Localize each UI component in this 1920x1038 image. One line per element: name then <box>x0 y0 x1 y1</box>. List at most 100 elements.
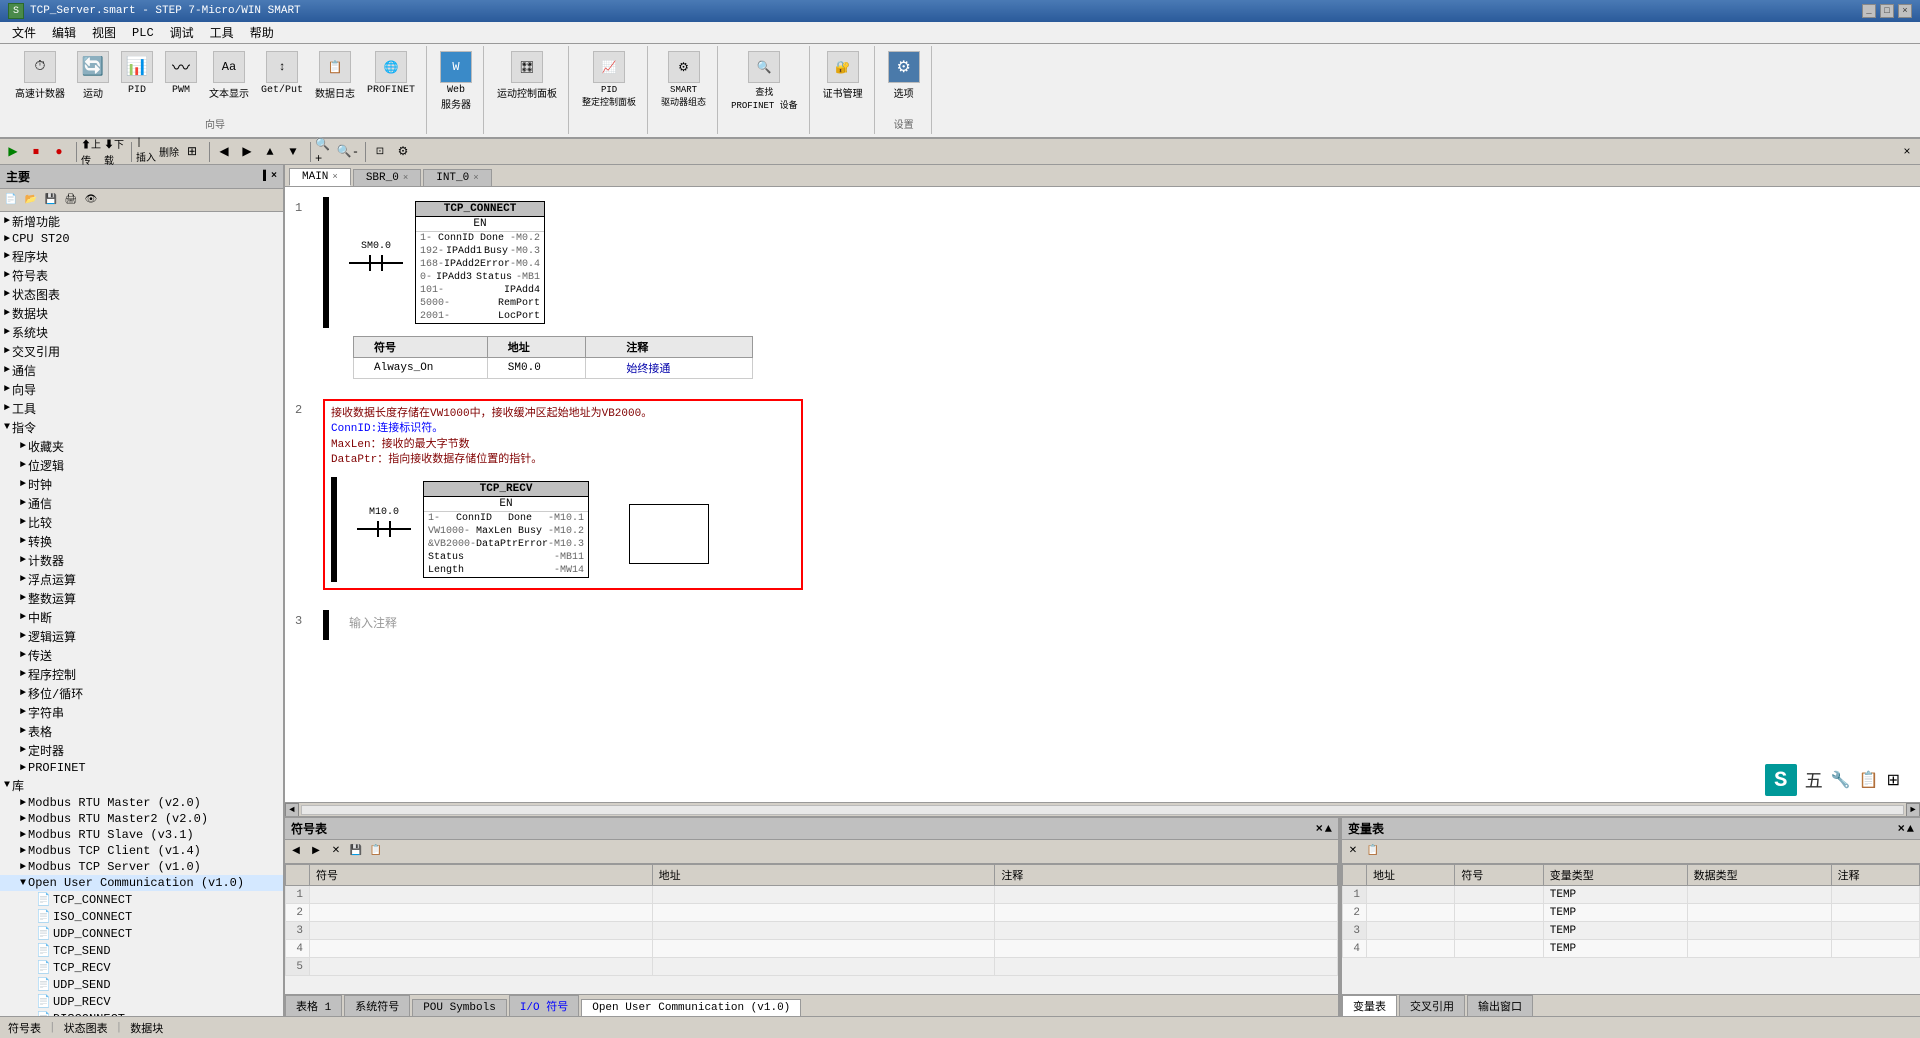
sidebar-tb-print[interactable]: 🖨 <box>62 191 80 209</box>
menu-help[interactable]: 帮助 <box>242 22 282 43</box>
zoom-in-btn[interactable]: 🔍+ <box>314 142 336 162</box>
scroll-track[interactable] <box>301 805 1904 815</box>
toolbar-textdisplay[interactable]: Aa 文本显示 <box>204 48 254 104</box>
sidebar-item-convert[interactable]: ► 转换 <box>0 532 283 551</box>
sidebar-item-table[interactable]: ► 表格 <box>0 722 283 741</box>
scroll-right-btn[interactable]: ► <box>1906 803 1920 817</box>
symbol-panel-close[interactable]: × <box>1316 822 1323 836</box>
toolbar-find-profinet[interactable]: 🔍 查找PROFINET 设备 <box>726 48 803 114</box>
var-sym-2[interactable] <box>1455 904 1543 922</box>
sidebar-item-modbus-rtu-slave[interactable]: ► Modbus RTU Slave (v3.1) <box>0 827 283 843</box>
sidebar-item-wizard[interactable]: ► 向导 <box>0 380 283 399</box>
arrow-left-btn[interactable]: ◀ <box>213 142 235 162</box>
var-tab-vartable[interactable]: 变量表 <box>1342 995 1397 1016</box>
grid-btn[interactable]: ⊞ <box>181 142 203 162</box>
tab-main-close[interactable]: × <box>332 172 337 182</box>
sidebar-item-string[interactable]: ► 字符串 <box>0 703 283 722</box>
diagram-area[interactable]: 1 SM0.0 <box>285 187 1920 816</box>
symbol-panel-expand[interactable]: ▲ <box>1325 822 1332 836</box>
toolbar-webserver[interactable]: W Web服务器 <box>435 48 477 115</box>
var-panel-close[interactable]: × <box>1898 822 1905 836</box>
sym-tb-prev[interactable]: ◀ <box>287 842 305 860</box>
var-addr-4[interactable] <box>1367 940 1455 958</box>
record-btn[interactable]: ● <box>48 142 70 162</box>
var-comment-2[interactable] <box>1831 904 1919 922</box>
tab-int0-close[interactable]: × <box>473 173 478 183</box>
sidebar-item-tcp-recv[interactable]: 📄 TCP_RECV <box>0 959 283 976</box>
sidebar-tb-save[interactable]: 💾 <box>42 191 60 209</box>
var-dt-3[interactable] <box>1687 922 1831 940</box>
sidebar-close-btn[interactable]: × <box>271 171 277 182</box>
sidebar-item-library[interactable]: ▼ 库 <box>0 776 283 795</box>
sidebar-item-tcp-connect[interactable]: 📄 TCP_CONNECT <box>0 891 283 908</box>
sym-tb-close[interactable]: ✕ <box>327 842 345 860</box>
h-scrollbar[interactable]: ◄ ► <box>285 802 1920 816</box>
sym-tb-copy[interactable]: 📋 <box>367 842 385 860</box>
tab-sbr0-close[interactable]: × <box>403 173 408 183</box>
var-tab-crossref[interactable]: 交叉引用 <box>1399 995 1465 1016</box>
sidebar-tb-view[interactable]: 👁 <box>82 191 100 209</box>
sidebar-item-modbus-rtu-master[interactable]: ► Modbus RTU Master (v2.0) <box>0 795 283 811</box>
var-addr-3[interactable] <box>1367 922 1455 940</box>
sym-sym-5[interactable] <box>310 958 653 976</box>
menu-plc[interactable]: PLC <box>124 24 162 42</box>
sym-comment-4[interactable] <box>995 940 1338 958</box>
var-dt-1[interactable] <box>1687 886 1831 904</box>
sym-addr-5[interactable] <box>652 958 995 976</box>
sidebar-item-new-features[interactable]: ► 新增功能 <box>0 212 283 231</box>
var-dt-2[interactable] <box>1687 904 1831 922</box>
sym-tb-next[interactable]: ▶ <box>307 842 325 860</box>
zoom-out-btn[interactable]: 🔍- <box>337 142 359 162</box>
arrow-right-btn[interactable]: ▶ <box>236 142 258 162</box>
sidebar-item-favorites[interactable]: ► 收藏夹 <box>0 437 283 456</box>
toolbar-getput[interactable]: ↕ Get/Put <box>256 48 308 104</box>
sidebar-item-disconnect[interactable]: 📄 DISCONNECT <box>0 1010 283 1016</box>
sidebar-item-transfer[interactable]: ► 传送 <box>0 646 283 665</box>
sidebar-item-comm2[interactable]: ► 通信 <box>0 494 283 513</box>
sidebar-tb-new[interactable]: 📄 <box>2 191 20 209</box>
toolbar-datalog[interactable]: 📋 数据日志 <box>310 48 360 104</box>
sym-sym-4[interactable] <box>310 940 653 958</box>
sym-addr-2[interactable] <box>652 904 995 922</box>
var-addr-1[interactable] <box>1367 886 1455 904</box>
sidebar-item-comm[interactable]: ► 通信 <box>0 361 283 380</box>
arrow-up-btn[interactable]: ▲ <box>259 142 281 162</box>
sidebar-item-modbus-rtu-master2[interactable]: ► Modbus RTU Master2 (v2.0) <box>0 811 283 827</box>
sym-tab-pou[interactable]: POU Symbols <box>412 999 507 1016</box>
toolbar-smart-drive[interactable]: ⚙ SMART驱动器组态 <box>656 48 711 111</box>
more-btn[interactable]: ⚙ <box>392 142 414 162</box>
toolbar-highspeed-counter[interactable]: ⏱ 高速计数器 <box>10 48 70 104</box>
menu-file[interactable]: 文件 <box>4 22 44 43</box>
var-sym-4[interactable] <box>1455 940 1543 958</box>
var-addr-2[interactable] <box>1367 904 1455 922</box>
sidebar-item-interrupt[interactable]: ► 中断 <box>0 608 283 627</box>
sidebar-item-bit-logic[interactable]: ► 位逻辑 <box>0 456 283 475</box>
sidebar-item-data-block[interactable]: ► 数据块 <box>0 304 283 323</box>
var-dt-4[interactable] <box>1687 940 1831 958</box>
sym-tab-system[interactable]: 系统符号 <box>344 995 410 1016</box>
sym-tab-ouc[interactable]: Open User Communication (v1.0) <box>581 999 801 1016</box>
var-comment-4[interactable] <box>1831 940 1919 958</box>
tab-main[interactable]: MAIN × <box>289 168 351 186</box>
sidebar-item-udp-connect[interactable]: 📄 UDP_CONNECT <box>0 925 283 942</box>
sidebar-resize-btn[interactable]: ▌ <box>263 171 269 182</box>
sym-tab-table1[interactable]: 表格 1 <box>285 995 342 1016</box>
sym-sym-3[interactable] <box>310 922 653 940</box>
close-btn[interactable]: × <box>1898 4 1912 18</box>
scroll-left-btn[interactable]: ◄ <box>285 803 299 817</box>
sym-comment-5[interactable] <box>995 958 1338 976</box>
sym-sym-2[interactable] <box>310 904 653 922</box>
menu-debug[interactable]: 调试 <box>162 22 202 43</box>
insert-btn[interactable]: | 插入 <box>135 142 157 162</box>
sidebar-item-tools[interactable]: ► 工具 <box>0 399 283 418</box>
var-sym-3[interactable] <box>1455 922 1543 940</box>
sidebar-item-udp-send[interactable]: 📄 UDP_SEND <box>0 976 283 993</box>
sidebar-item-cross-ref[interactable]: ► 交叉引用 <box>0 342 283 361</box>
var-tab-output[interactable]: 输出窗口 <box>1467 995 1533 1016</box>
window-controls[interactable]: _ □ × <box>1862 4 1912 18</box>
sym-sym-1[interactable] <box>310 886 653 904</box>
network-btn[interactable]: ⊡ <box>369 142 391 162</box>
sidebar-item-int-math[interactable]: ► 整数运算 <box>0 589 283 608</box>
tab-sbr0[interactable]: SBR_0 × <box>353 169 421 186</box>
toolbar-pid-panel[interactable]: 📈 PID整定控制面板 <box>577 48 641 111</box>
